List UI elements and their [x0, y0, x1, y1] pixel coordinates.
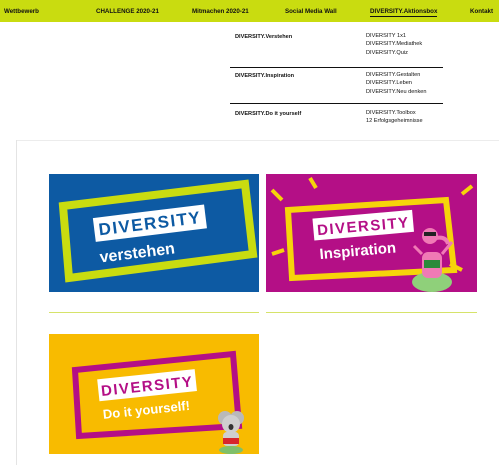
- dropdown-row-verstehen: DIVERSITY.Verstehen DIVERSITY 1x1 DIVERS…: [230, 30, 443, 68]
- main-nav: Wettbewerb CHALLENGE 2020-21 Mitmachen 2…: [0, 0, 499, 22]
- nav-item-aktionsbox[interactable]: DIVERSITY.Aktionsbox: [370, 8, 438, 17]
- nav-item-social-media-wall[interactable]: Social Media Wall: [285, 8, 337, 15]
- aktionsbox-dropdown-menu: DIVERSITY.Verstehen DIVERSITY 1x1 DIVERS…: [0, 22, 499, 140]
- nav-item-challenge[interactable]: CHALLENGE 2020-21: [96, 8, 159, 15]
- dropdown-category-do-it-yourself[interactable]: DIVERSITY.Do it yourself: [235, 111, 301, 117]
- tile-diversity-do-it-yourself[interactable]: DIVERSITY Do it yourself!: [49, 334, 259, 454]
- dropdown-link[interactable]: 12 Erfolgsgeheimnisse: [366, 117, 423, 125]
- tile-separator: [49, 312, 259, 313]
- dropdown-links-inspiration: DIVERSITY.Gestalten DIVERSITY.Leben DIVE…: [366, 71, 427, 96]
- dropdown-category-inspiration[interactable]: DIVERSITY.Inspiration: [235, 73, 294, 79]
- nav-item-mitmachen[interactable]: Mitmachen 2020-21: [192, 8, 249, 15]
- dropdown-row-do-it-yourself: DIVERSITY.Do it yourself DIVERSITY.Toolb…: [230, 104, 443, 134]
- dropdown-link[interactable]: DIVERSITY.Toolbox: [366, 109, 423, 117]
- tile-diversity-verstehen[interactable]: DIVERSITY verstehen: [49, 174, 259, 292]
- content-top-border: [16, 140, 499, 141]
- dropdown-link[interactable]: DIVERSITY.Quiz: [366, 49, 422, 57]
- dropdown-link[interactable]: DIVERSITY 1x1: [366, 32, 422, 40]
- tile-diversity-inspiration[interactable]: DIVERSITY Inspiration: [266, 174, 477, 292]
- tile-verstehen-artwork: DIVERSITY verstehen: [49, 174, 259, 292]
- tile-diy-artwork: DIVERSITY Do it yourself!: [49, 334, 259, 454]
- dropdown-link[interactable]: DIVERSITY.Gestalten: [366, 71, 427, 79]
- dropdown-row-inspiration: DIVERSITY.Inspiration DIVERSITY.Gestalte…: [230, 68, 443, 104]
- tile-separator: [266, 312, 477, 313]
- dropdown-link[interactable]: DIVERSITY.Mediathek: [366, 40, 422, 48]
- tile-inspiration-artwork: DIVERSITY Inspiration: [266, 174, 477, 292]
- dropdown-links-verstehen: DIVERSITY 1x1 DIVERSITY.Mediathek DIVERS…: [366, 32, 422, 57]
- dropdown-links-do-it-yourself: DIVERSITY.Toolbox 12 Erfolgsgeheimnisse: [366, 109, 423, 126]
- dropdown-link[interactable]: DIVERSITY.Neu denken: [366, 88, 427, 96]
- nav-item-wettbewerb[interactable]: Wettbewerb: [4, 8, 39, 15]
- nav-item-kontakt[interactable]: Kontakt: [470, 8, 493, 15]
- dropdown-link[interactable]: DIVERSITY.Leben: [366, 79, 427, 87]
- dropdown-category-verstehen[interactable]: DIVERSITY.Verstehen: [235, 34, 292, 40]
- content-left-border: [16, 140, 17, 465]
